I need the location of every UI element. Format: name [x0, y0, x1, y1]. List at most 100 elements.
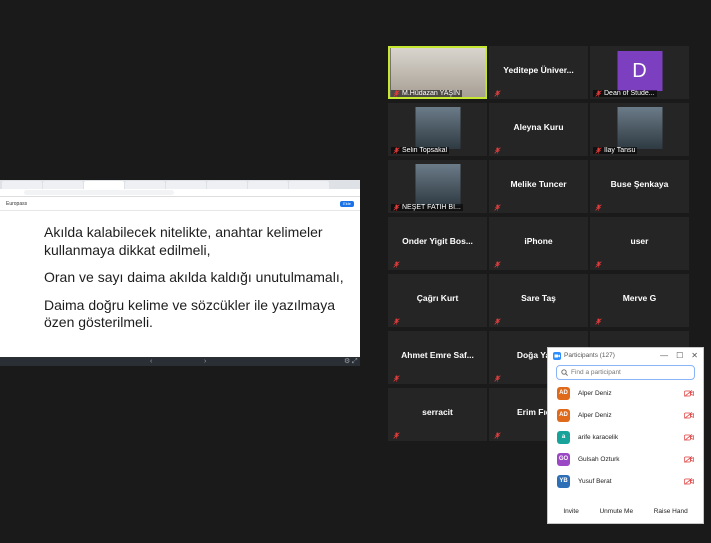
participant-row[interactable]: YB Yusuf Berat [548, 470, 703, 492]
raise-hand-button[interactable]: Raise Hand [650, 506, 692, 517]
tile-label [391, 261, 404, 268]
muted-mic-icon [494, 204, 501, 211]
tile-name: NEŞET FATİH Bİ... [402, 204, 461, 211]
participant-name: Çağrı Kurt [416, 293, 459, 303]
browser-tab-active[interactable] [84, 181, 124, 189]
video-off-icon [684, 433, 694, 441]
muted-mic-icon [393, 261, 400, 268]
participant-row[interactable]: AD Alper Deniz [548, 404, 703, 426]
muted-mic-icon [393, 90, 400, 97]
participant-name: Alper Deniz [578, 389, 612, 397]
video-tile[interactable]: Yeditepe Üniver... [489, 46, 588, 99]
muted-mic-icon [393, 375, 400, 382]
participant-name: Yusuf Berat [578, 477, 612, 485]
video-tile[interactable]: M.Hüdazan YAŞIN [388, 46, 487, 99]
browser-tab[interactable] [166, 181, 206, 189]
slide-content: Akılda kalabilecek nitelikte, anahtar ke… [44, 224, 344, 342]
tile-label [492, 432, 505, 439]
browser-tab[interactable] [2, 181, 42, 189]
video-tile[interactable]: Ahmet Emre Saf... [388, 331, 487, 384]
participant-name: Merve G [622, 293, 657, 303]
participant-name: Buse Şenkaya [610, 179, 669, 189]
video-tile[interactable]: Aleyna Kuru [489, 103, 588, 156]
tile-name: Dean of Stude... [604, 90, 655, 97]
edit-button[interactable]: Ekle [340, 200, 354, 207]
address-bar[interactable] [0, 189, 360, 197]
avatar: GO [557, 452, 570, 466]
participant-video [415, 107, 460, 149]
video-tile[interactable]: NEŞET FATİH Bİ... [388, 160, 487, 213]
browser-tab[interactable] [289, 181, 329, 189]
participant-row[interactable]: a arife karacelik [548, 426, 703, 448]
fullscreen-icon[interactable]: ⤢ [352, 357, 358, 366]
tile-label: NEŞET FATİH Bİ... [391, 204, 463, 211]
video-off-icon [684, 411, 694, 419]
muted-mic-icon [494, 432, 501, 439]
participant-video [415, 164, 460, 206]
video-tile[interactable]: Merve G [590, 274, 689, 327]
muted-mic-icon [393, 432, 400, 439]
video-tile[interactable]: user [590, 217, 689, 270]
zoom-logo-icon [553, 351, 561, 360]
participant-name: user [630, 236, 649, 246]
settings-icon[interactable]: ⚙ [344, 357, 350, 366]
video-off-icon [684, 455, 694, 463]
tile-label [391, 375, 404, 382]
participant-row[interactable]: AD Alper Deniz [548, 382, 703, 404]
brand-label: Europass [6, 200, 28, 207]
avatar: D [617, 51, 662, 91]
tile-label [492, 90, 505, 97]
prev-slide-icon[interactable]: ‹ [150, 357, 152, 366]
participant-name: Ahmet Emre Saf... [401, 350, 474, 360]
panel-title: Participants (127) [564, 352, 615, 359]
tile-label [391, 318, 404, 325]
participant-search-input[interactable]: Find a participant [556, 365, 695, 380]
muted-mic-icon [595, 318, 602, 325]
participant-name: Yeditepe Üniver... [503, 65, 574, 75]
minimize-icon[interactable]: — [660, 351, 668, 360]
muted-mic-icon [595, 147, 602, 154]
participant-row[interactable]: GO Gulsah Ozturk [548, 448, 703, 470]
participant-name: Aleyna Kuru [513, 122, 564, 132]
participant-name: iPhone [524, 236, 553, 246]
participant-name: Melike Tuncer [510, 179, 567, 189]
close-icon[interactable]: ✕ [691, 351, 698, 360]
unmute-me-button[interactable]: Unmute Me [595, 506, 637, 517]
browser-tab[interactable] [207, 181, 247, 189]
tile-label [593, 204, 606, 211]
video-off-icon [684, 389, 694, 397]
tile-label [492, 318, 505, 325]
tile-label: Dean of Stude... [593, 90, 657, 97]
avatar: AD [557, 408, 570, 422]
next-slide-icon[interactable]: › [204, 357, 206, 366]
tile-label [492, 261, 505, 268]
browser-tab[interactable] [125, 181, 165, 189]
muted-mic-icon [595, 90, 602, 97]
tile-label [593, 261, 606, 268]
video-tile[interactable]: Sare Taş [489, 274, 588, 327]
muted-mic-icon [393, 147, 400, 154]
panel-header: Participants (127) — ☐ ✕ [548, 348, 703, 363]
video-tile[interactable]: Melike Tuncer [489, 160, 588, 213]
video-tile[interactable]: Selin Topsakal [388, 103, 487, 156]
video-tile[interactable]: D Dean of Stude... [590, 46, 689, 99]
participant-name: Sare Taş [521, 293, 556, 303]
video-tile[interactable]: Onder Yigit Bos... [388, 217, 487, 270]
browser-tab[interactable] [43, 181, 83, 189]
tile-name: M.Hüdazan YAŞIN [402, 90, 461, 97]
tile-label: Selin Topsakal [391, 147, 450, 154]
slide-line: Akılda kalabilecek nitelikte, anahtar ke… [44, 224, 323, 258]
video-tile[interactable]: İlay Tansu [590, 103, 689, 156]
participant-name: Alper Deniz [578, 411, 612, 419]
browser-tab[interactable] [248, 181, 288, 189]
video-tile[interactable]: serracit [388, 388, 487, 441]
maximize-icon[interactable]: ☐ [676, 351, 683, 360]
tile-label [492, 204, 505, 211]
participant-name: arife karacelik [578, 433, 619, 441]
presentation-controls: ‹ › ⚙ ⤢ [0, 357, 360, 366]
video-tile[interactable]: iPhone [489, 217, 588, 270]
video-tile[interactable]: Çağrı Kurt [388, 274, 487, 327]
tile-label [492, 375, 505, 382]
video-tile[interactable]: Buse Şenkaya [590, 160, 689, 213]
invite-button[interactable]: Invite [559, 506, 583, 517]
